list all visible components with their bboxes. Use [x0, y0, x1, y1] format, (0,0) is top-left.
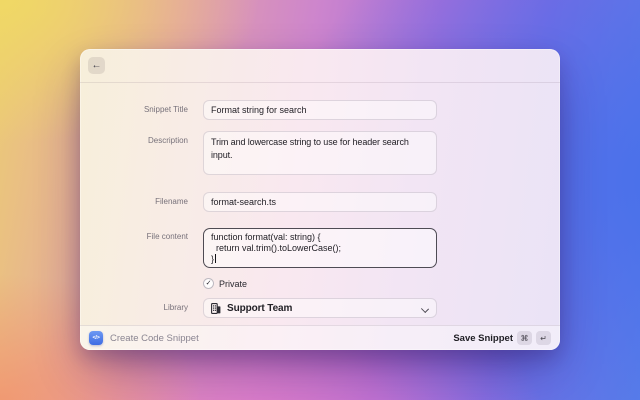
window-header: ←	[80, 49, 560, 83]
filename-row: Filename format-search.ts	[80, 192, 560, 212]
filename-input[interactable]: format-search.ts	[203, 192, 437, 212]
description-label: Description	[80, 131, 188, 145]
action-bar: </> Create Code Snippet Save Snippet ⌘ ↵	[80, 325, 560, 350]
description-value: Trim and lowercase string to use for hea…	[211, 137, 409, 160]
snippet-title-input[interactable]: Format string for search	[203, 100, 437, 120]
checkbox-circle: ✓	[203, 278, 214, 289]
chevron-down-icon	[421, 305, 429, 313]
back-button[interactable]: ←	[88, 57, 105, 74]
description-row: Description Trim and lowercase string to…	[80, 131, 560, 175]
code-brackets-glyph: </>	[92, 335, 99, 341]
library-row: Library Support Team	[80, 298, 560, 318]
command-name: Create Code Snippet	[110, 333, 199, 344]
code-line: }	[211, 254, 429, 265]
private-row: ✓ Private	[80, 278, 560, 289]
file-content-label: File content	[80, 228, 188, 241]
description-input[interactable]: Trim and lowercase string to use for hea…	[203, 131, 437, 175]
file-content-input[interactable]: function format(val: string) { return va…	[203, 228, 437, 268]
code-line: function format(val: string) {	[211, 232, 429, 243]
library-dropdown[interactable]: Support Team	[203, 298, 437, 318]
back-arrow-icon: ←	[92, 57, 102, 74]
building-icon	[211, 303, 221, 314]
check-icon: ✓	[206, 280, 212, 287]
library-selected-value: Support Team	[227, 303, 292, 314]
code-line: return val.trim().toLowerCase();	[211, 243, 429, 254]
snippet-title-value: Format string for search	[211, 105, 307, 115]
private-checkbox-label: Private	[219, 279, 247, 289]
snippet-title-label: Snippet Title	[80, 100, 188, 120]
code-snippet-command-icon: </>	[89, 331, 103, 345]
filename-label: Filename	[80, 192, 188, 212]
library-label: Library	[80, 298, 188, 318]
file-content-row: File content function format(val: string…	[80, 228, 560, 268]
filename-value: format-search.ts	[211, 197, 276, 207]
save-snippet-button[interactable]: Save Snippet	[453, 333, 513, 344]
create-snippet-window: ← Snippet Title Format string for search…	[80, 49, 560, 350]
private-checkbox[interactable]: ✓ Private	[203, 278, 247, 289]
snippet-title-row: Snippet Title Format string for search	[80, 100, 560, 120]
return-key-badge: ↵	[536, 331, 551, 345]
text-cursor	[215, 254, 216, 263]
primary-action-group: Save Snippet ⌘ ↵	[453, 331, 551, 345]
command-key-badge: ⌘	[517, 331, 532, 345]
desktop-background: ← Snippet Title Format string for search…	[0, 0, 640, 400]
